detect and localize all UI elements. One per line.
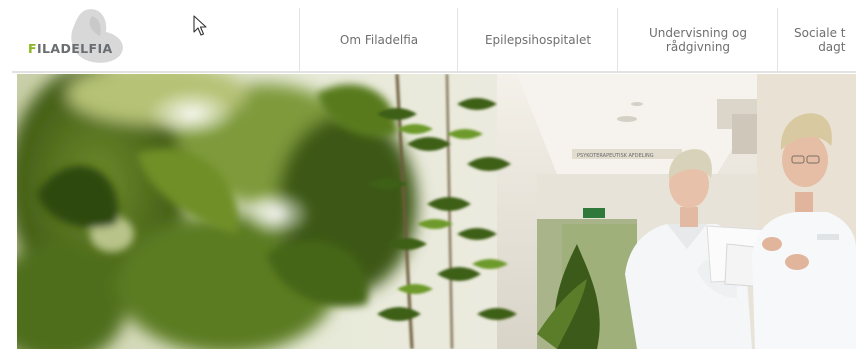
header-divider	[12, 71, 856, 73]
logo-wordmark: FILADELFIA	[28, 41, 113, 56]
nav-item-epilepsihospitalet[interactable]: Epilepsihospitalet	[457, 8, 618, 71]
logo-wordmark-f: F	[28, 41, 37, 56]
main-navigation: Om Filadelfia Epilepsihospitalet Undervi…	[299, 8, 856, 71]
nav-item-om-filadelfia[interactable]: Om Filadelfia	[299, 8, 458, 71]
nav-item-undervisning[interactable]: Undervisning og rådgivning	[617, 8, 778, 71]
page: FILADELFIA Om Filadelfia Epilepsihospita…	[0, 0, 856, 349]
nav-item-label: Epilepsihospitalet	[484, 32, 592, 47]
hero-photo: PSYKOTERAPEUTISK AFDELING	[17, 74, 856, 349]
nav-item-label: Undervisning og rådgivning	[649, 25, 747, 54]
logo-wordmark-rest: ILADELFIA	[36, 41, 113, 56]
nav-item-label: Om Filadelfia	[339, 32, 419, 47]
nav-item-sociale[interactable]: Sociale t dagt	[777, 8, 856, 71]
site-header: FILADELFIA Om Filadelfia Epilepsihospita…	[0, 0, 856, 73]
cursor-icon	[193, 15, 207, 36]
hero-sign-text: PSYKOTERAPEUTISK AFDELING	[577, 153, 654, 159]
hero-image: PSYKOTERAPEUTISK AFDELING	[17, 74, 856, 349]
filadelfia-logo[interactable]: FILADELFIA	[24, 8, 134, 64]
nav-item-label: Sociale t dagt	[794, 25, 846, 54]
